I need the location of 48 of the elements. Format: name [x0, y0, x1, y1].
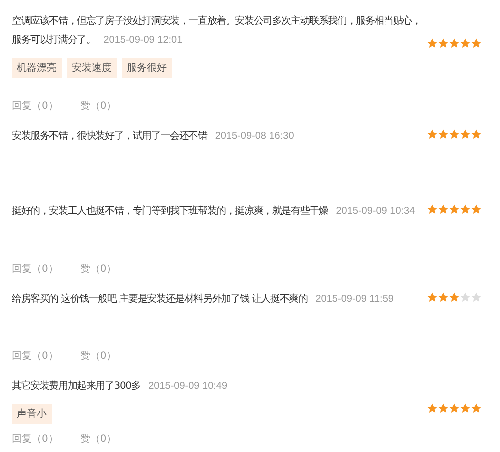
review-date: 2015-09-09 10:49	[148, 381, 228, 392]
star-icon	[438, 129, 449, 140]
tag: 声音小	[12, 404, 52, 424]
star-icon	[460, 38, 471, 49]
star-icon	[427, 292, 438, 303]
star-icon	[449, 403, 460, 414]
star-icon	[471, 292, 482, 303]
star-icon	[471, 403, 482, 414]
tag: 机器漂亮	[12, 58, 62, 78]
star-icon	[471, 204, 482, 215]
reply-link[interactable]: 回复（0）	[12, 432, 58, 446]
like-link[interactable]: 赞（0）	[80, 432, 117, 446]
review-text: 挺好的，安装工人也挺不错，专门等到我下班帮装的，挺凉爽，就是有些干燥	[12, 206, 328, 217]
star-icon	[427, 204, 438, 215]
review-text: 服务可以打满分了。	[12, 35, 96, 46]
review-date: 2015-09-08 16:30	[215, 131, 294, 142]
star-icon	[449, 204, 460, 215]
tag: 服务很好	[122, 58, 172, 78]
star-icon	[449, 38, 460, 49]
reply-link[interactable]: 回复（0）	[12, 262, 58, 276]
star-icon	[460, 292, 471, 303]
star-icon	[438, 204, 449, 215]
like-link[interactable]: 赞（0）	[80, 349, 117, 363]
star-icon	[427, 38, 438, 49]
review-text: 安装服务不错，很快装好了，试用了一会还不错	[12, 131, 208, 142]
star-icon	[438, 38, 449, 49]
star-icon	[427, 129, 438, 140]
like-link[interactable]: 赞（0）	[80, 99, 117, 113]
star-icon	[438, 292, 449, 303]
star-icon	[438, 403, 449, 414]
reply-link[interactable]: 回复（0）	[12, 349, 58, 363]
star-icon	[449, 292, 460, 303]
star-icon	[471, 38, 482, 49]
review-date: 2015-09-09 11:59	[316, 294, 394, 305]
star-icon	[460, 204, 471, 215]
star-icon	[449, 129, 460, 140]
star-icon	[471, 129, 482, 140]
review-text: 其它安装费用加起来用了300多	[12, 381, 141, 392]
star-icon	[427, 403, 438, 414]
review-text: 空调应该不错，但忘了房子没处打洞安装，一直放着。安装公司多次主动联系我们，服务相当贴心，	[12, 16, 422, 27]
star-icon	[460, 403, 471, 414]
like-link[interactable]: 赞（0）	[80, 262, 117, 276]
review-date: 2015-09-09 10:34	[336, 206, 416, 217]
tag: 安装速度	[67, 58, 117, 78]
review-date: 2015-09-09 12:01	[104, 35, 183, 46]
star-icon	[460, 129, 471, 140]
reply-link[interactable]: 回复（0）	[12, 99, 58, 113]
review-text: 给房客买的 这价钱一般吧 主要是安装还是材料另外加了钱 让人挺不爽的	[12, 294, 308, 305]
